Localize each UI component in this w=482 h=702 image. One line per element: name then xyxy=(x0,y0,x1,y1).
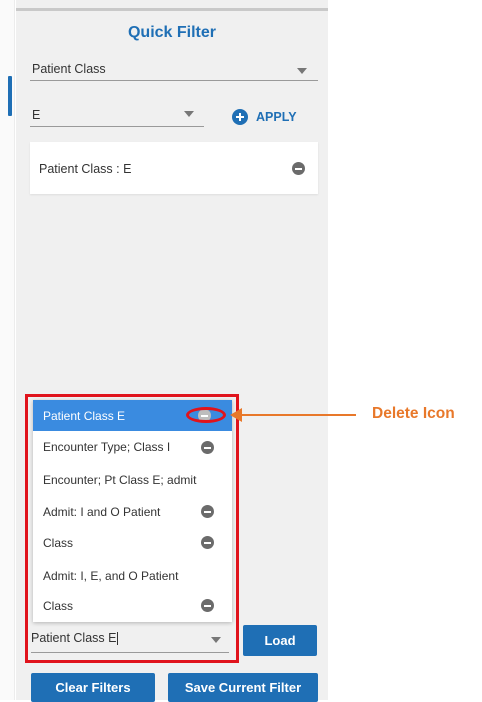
panel-top-divider xyxy=(16,8,328,11)
field-select[interactable]: Patient Class xyxy=(30,60,318,81)
value-select-value: E xyxy=(32,108,41,122)
annotation-highlight-box xyxy=(25,394,239,663)
minus-circle-icon[interactable] xyxy=(292,162,305,175)
panel-title: Quick Filter xyxy=(127,24,217,41)
annotation-arrow xyxy=(240,414,356,416)
plus-circle-icon xyxy=(232,109,248,125)
clear-filters-button[interactable]: Clear Filters xyxy=(31,673,155,702)
field-select-value: Patient Class xyxy=(32,62,106,76)
chevron-down-icon xyxy=(297,68,307,74)
chevron-down-icon xyxy=(184,111,194,117)
apply-label: APPLY xyxy=(256,110,297,124)
annotation-arrow-head xyxy=(230,408,242,422)
load-button[interactable]: Load xyxy=(243,625,317,656)
annotation-label: Delete Icon xyxy=(372,405,455,422)
annotation-highlight-circle xyxy=(186,407,226,423)
active-filter-card: Patient Class : E xyxy=(30,142,318,194)
save-current-filter-button[interactable]: Save Current Filter xyxy=(168,673,318,702)
left-sidebar-active-indicator xyxy=(8,76,12,116)
value-select[interactable]: E xyxy=(30,106,204,127)
active-filter-label: Patient Class : E xyxy=(39,162,132,176)
apply-button[interactable]: APPLY xyxy=(232,107,297,127)
